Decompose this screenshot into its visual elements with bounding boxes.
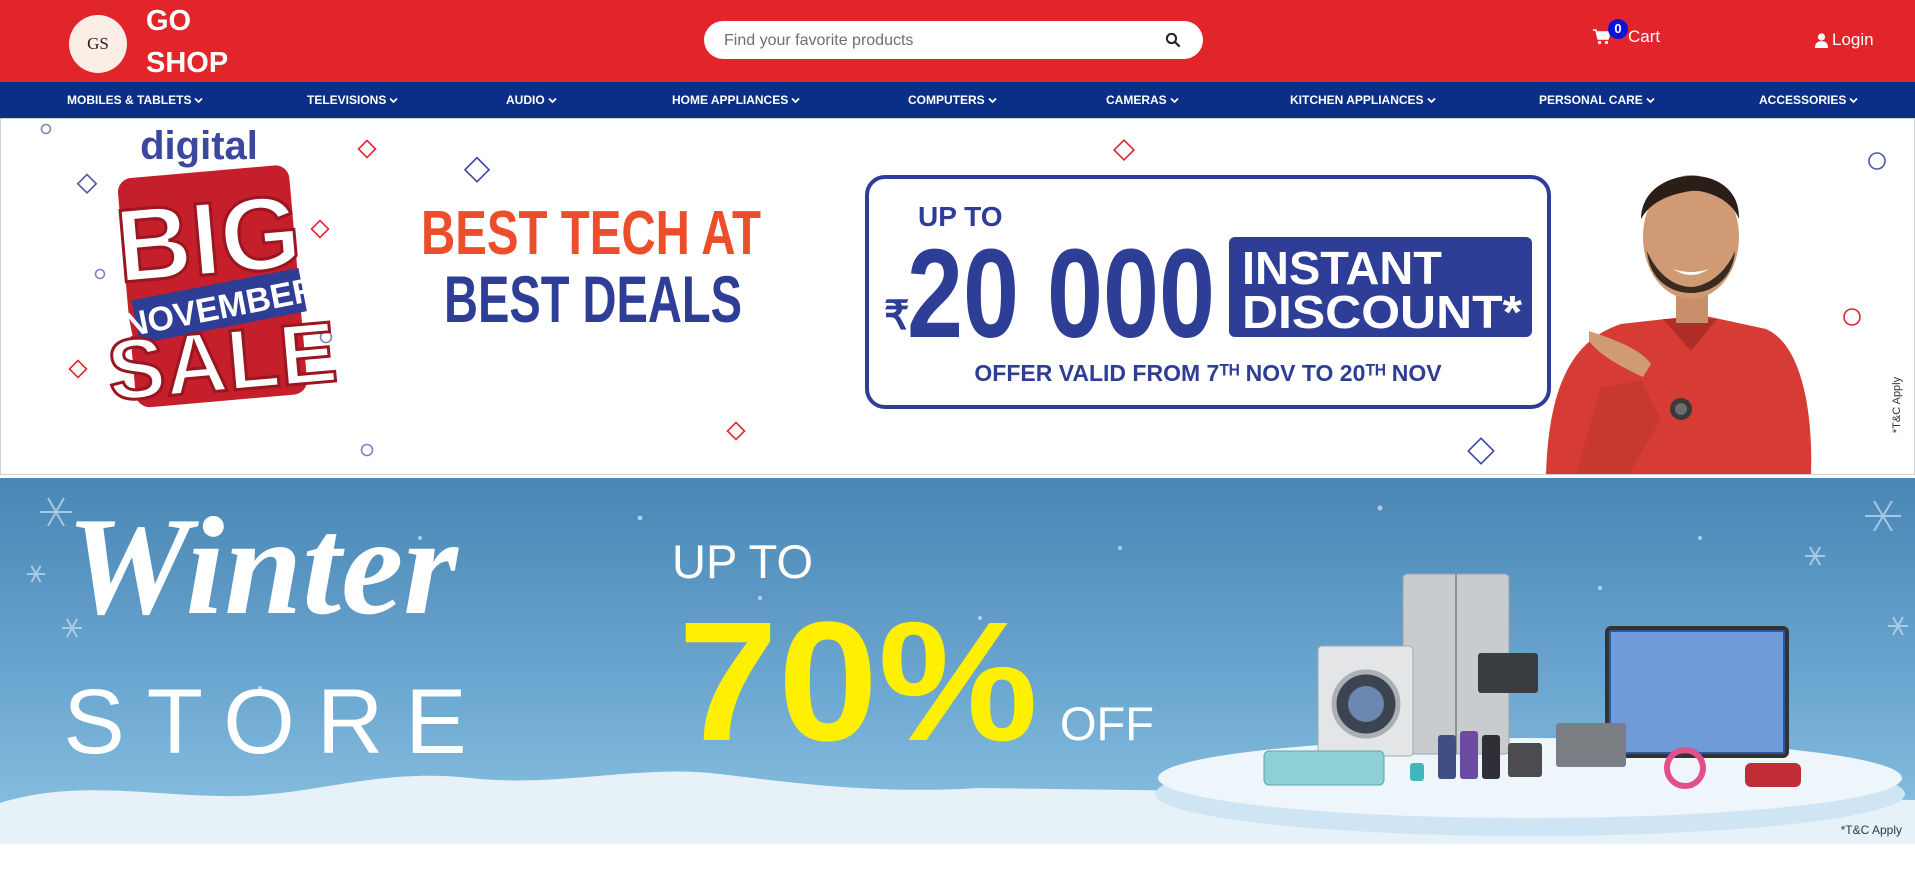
nav-item-computers[interactable]: COMPUTERS (908, 82, 997, 118)
brand-logo[interactable]: GS (69, 15, 127, 73)
site-header: GS GO SHOP 0 Cart Login (0, 0, 1915, 82)
promo-model-illustration (1546, 175, 1812, 474)
chevron-down-icon (194, 97, 204, 103)
nav-item-label: MOBILES & TABLETS (67, 93, 192, 107)
chevron-down-icon (1646, 97, 1655, 103)
promo-banner-1-artwork: digital BIG NOVEMBER SALE BEST TECH AT B… (40, 123, 1903, 474)
winter-percent: 70% (678, 587, 1038, 777)
brand-name-line1: GO (146, 5, 192, 37)
chevron-down-icon (548, 97, 557, 103)
chevron-down-icon (389, 97, 398, 103)
chevron-down-icon (1849, 97, 1858, 103)
cart-label: Cart (1628, 27, 1661, 46)
nav-item-label: COMPUTERS (908, 93, 985, 107)
nav-item-label: PERSONAL CARE (1539, 93, 1643, 107)
nav-item-label: KITCHEN APPLIANCES (1290, 93, 1424, 107)
promo-banner-winter-store[interactable]: Winter STORE UP TO 70% OFF *T&C Apply (0, 478, 1915, 844)
nav-item-kitchen-appliances[interactable]: KITCHEN APPLIANCES (1290, 82, 1436, 118)
nav-item-mobiles-tablets[interactable]: MOBILES & TABLETS (67, 82, 204, 118)
login-label: Login (1832, 30, 1874, 49)
winter-store-text: STORE (63, 671, 488, 773)
brand-logo-initials: GS (87, 34, 109, 53)
nav-item-home-appliances[interactable]: HOME APPLIANCES (672, 82, 800, 118)
nav-item-accessories[interactable]: ACCESSORIES (1759, 82, 1858, 118)
search-icon[interactable] (1165, 32, 1181, 48)
discount-amount: 20 000 (907, 223, 1215, 364)
nav-item-label: CAMERAS (1106, 93, 1167, 107)
nav-item-televisions[interactable]: TELEVISIONS (307, 82, 398, 118)
brand-name-line2: SHOP (146, 47, 229, 79)
category-nav: MOBILES & TABLETS TELEVISIONS AUDIO HOME… (0, 82, 1915, 118)
nav-item-label: TELEVISIONS (307, 93, 387, 107)
cart-count-badge: 0 (1608, 19, 1628, 39)
nav-item-label: ACCESSORIES (1759, 93, 1847, 107)
cart-button[interactable]: 0 Cart (1593, 19, 1661, 47)
user-icon (1815, 32, 1828, 48)
brand-name[interactable]: GO SHOP (146, 0, 266, 84)
search-input[interactable] (722, 21, 1146, 61)
promo-banner-big-november-sale[interactable]: digital BIG NOVEMBER SALE BEST TECH AT B… (0, 118, 1915, 475)
search-bar (704, 21, 1203, 61)
nav-item-audio[interactable]: AUDIO (506, 82, 557, 118)
nav-item-label: AUDIO (506, 93, 545, 107)
nav-item-personal-care[interactable]: PERSONAL CARE (1539, 82, 1655, 118)
discount-label-line2: DISCOUNT* (1242, 286, 1522, 338)
discount-currency: ₹ (884, 294, 909, 338)
sale-word-digital: digital (140, 124, 258, 168)
winter-upto: UP TO (672, 535, 813, 588)
tagline-line1: BEST TECH AT (421, 199, 761, 268)
chevron-down-icon (1426, 97, 1436, 103)
offer-validity: OFFER VALID FROM 7ᵀᴴ NOV TO 20ᵀᴴ NOV (974, 360, 1442, 386)
login-button[interactable]: Login (1815, 30, 1874, 50)
nav-item-cameras[interactable]: CAMERAS (1106, 82, 1179, 118)
tagline-line2: BEST DEALS (444, 262, 742, 336)
promo-banner-2-artwork: Winter STORE UP TO 70% OFF *T&C Apply (0, 489, 1915, 844)
chevron-down-icon (1170, 97, 1179, 103)
chevron-down-icon (791, 97, 800, 103)
nav-item-label: HOME APPLIANCES (672, 93, 789, 107)
banner1-terms: *T&C Apply (1891, 376, 1903, 433)
chevron-down-icon (988, 97, 997, 103)
banner2-terms: *T&C Apply (1841, 823, 1902, 837)
sale-word-sale: SALE (104, 304, 341, 420)
winter-script-text: Winter (66, 489, 459, 644)
winter-off: OFF (1060, 697, 1154, 750)
appliances-illustration (1155, 573, 1905, 836)
